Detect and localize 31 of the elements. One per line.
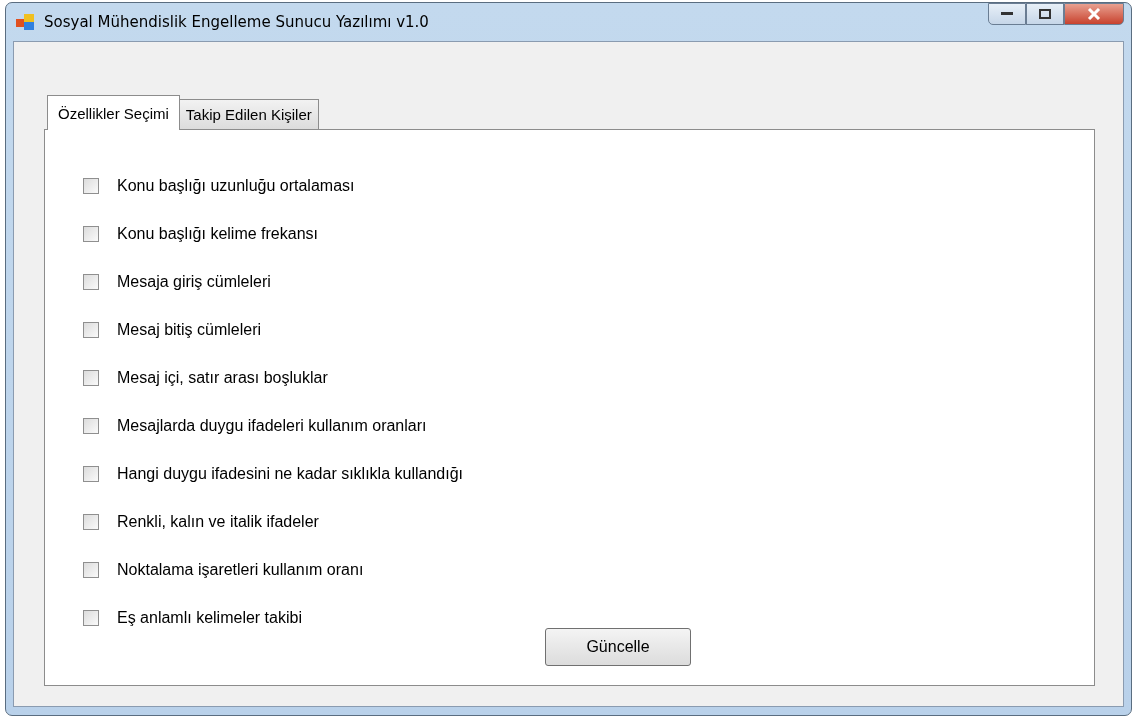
- checkbox-label[interactable]: Konu başlığı kelime frekansı: [117, 225, 318, 243]
- app-icon: [16, 14, 34, 30]
- checkbox[interactable]: [83, 274, 99, 290]
- tab[interactable]: Takip Edilen Kişiler: [178, 99, 319, 129]
- maximize-button[interactable]: [1026, 3, 1064, 25]
- checkbox-label[interactable]: Mesaj bitiş cümleleri: [117, 321, 262, 339]
- checkbox-label[interactable]: Mesaja giriş cümleleri: [117, 273, 271, 291]
- checkbox-label[interactable]: Mesaj içi, satır arası boşluklar: [117, 369, 328, 387]
- checkbox[interactable]: [83, 610, 99, 626]
- close-icon: [1087, 8, 1101, 20]
- checkbox[interactable]: [83, 178, 99, 194]
- checkbox[interactable]: [83, 514, 99, 530]
- close-button[interactable]: [1064, 3, 1124, 25]
- checkbox-label[interactable]: Mesajlarda duygu ifadeleri kullanım oranları: [117, 417, 427, 435]
- update-button[interactable]: Güncelle: [545, 628, 691, 666]
- window-title: Sosyal Mühendislik Engelleme Sunucu Yazılımı v1.0: [44, 13, 429, 31]
- minimize-button[interactable]: [988, 3, 1026, 25]
- checkbox[interactable]: [83, 418, 99, 434]
- minimize-icon: [1001, 12, 1013, 16]
- checkbox-label[interactable]: Noktalama işaretleri kullanım oranı: [117, 561, 364, 579]
- checkbox-label[interactable]: Konu başlığı uzunluğu ortalaması: [117, 177, 355, 195]
- tab[interactable]: Özellikler Seçimi: [47, 95, 180, 130]
- maximize-icon: [1039, 9, 1051, 19]
- checkbox-label[interactable]: Hangi duygu ifadesini ne kadar sıklıkla kullandığı: [117, 465, 463, 483]
- checkbox[interactable]: [83, 562, 99, 578]
- checkbox[interactable]: [83, 226, 99, 242]
- checkbox[interactable]: [83, 466, 99, 482]
- checkbox-label[interactable]: Eş anlamlı kelimeler takibi: [117, 609, 302, 627]
- checkbox-label[interactable]: Renkli, kalın ve italik ifadeler: [117, 513, 319, 531]
- checkbox[interactable]: [83, 322, 99, 338]
- checkbox[interactable]: [83, 370, 99, 386]
